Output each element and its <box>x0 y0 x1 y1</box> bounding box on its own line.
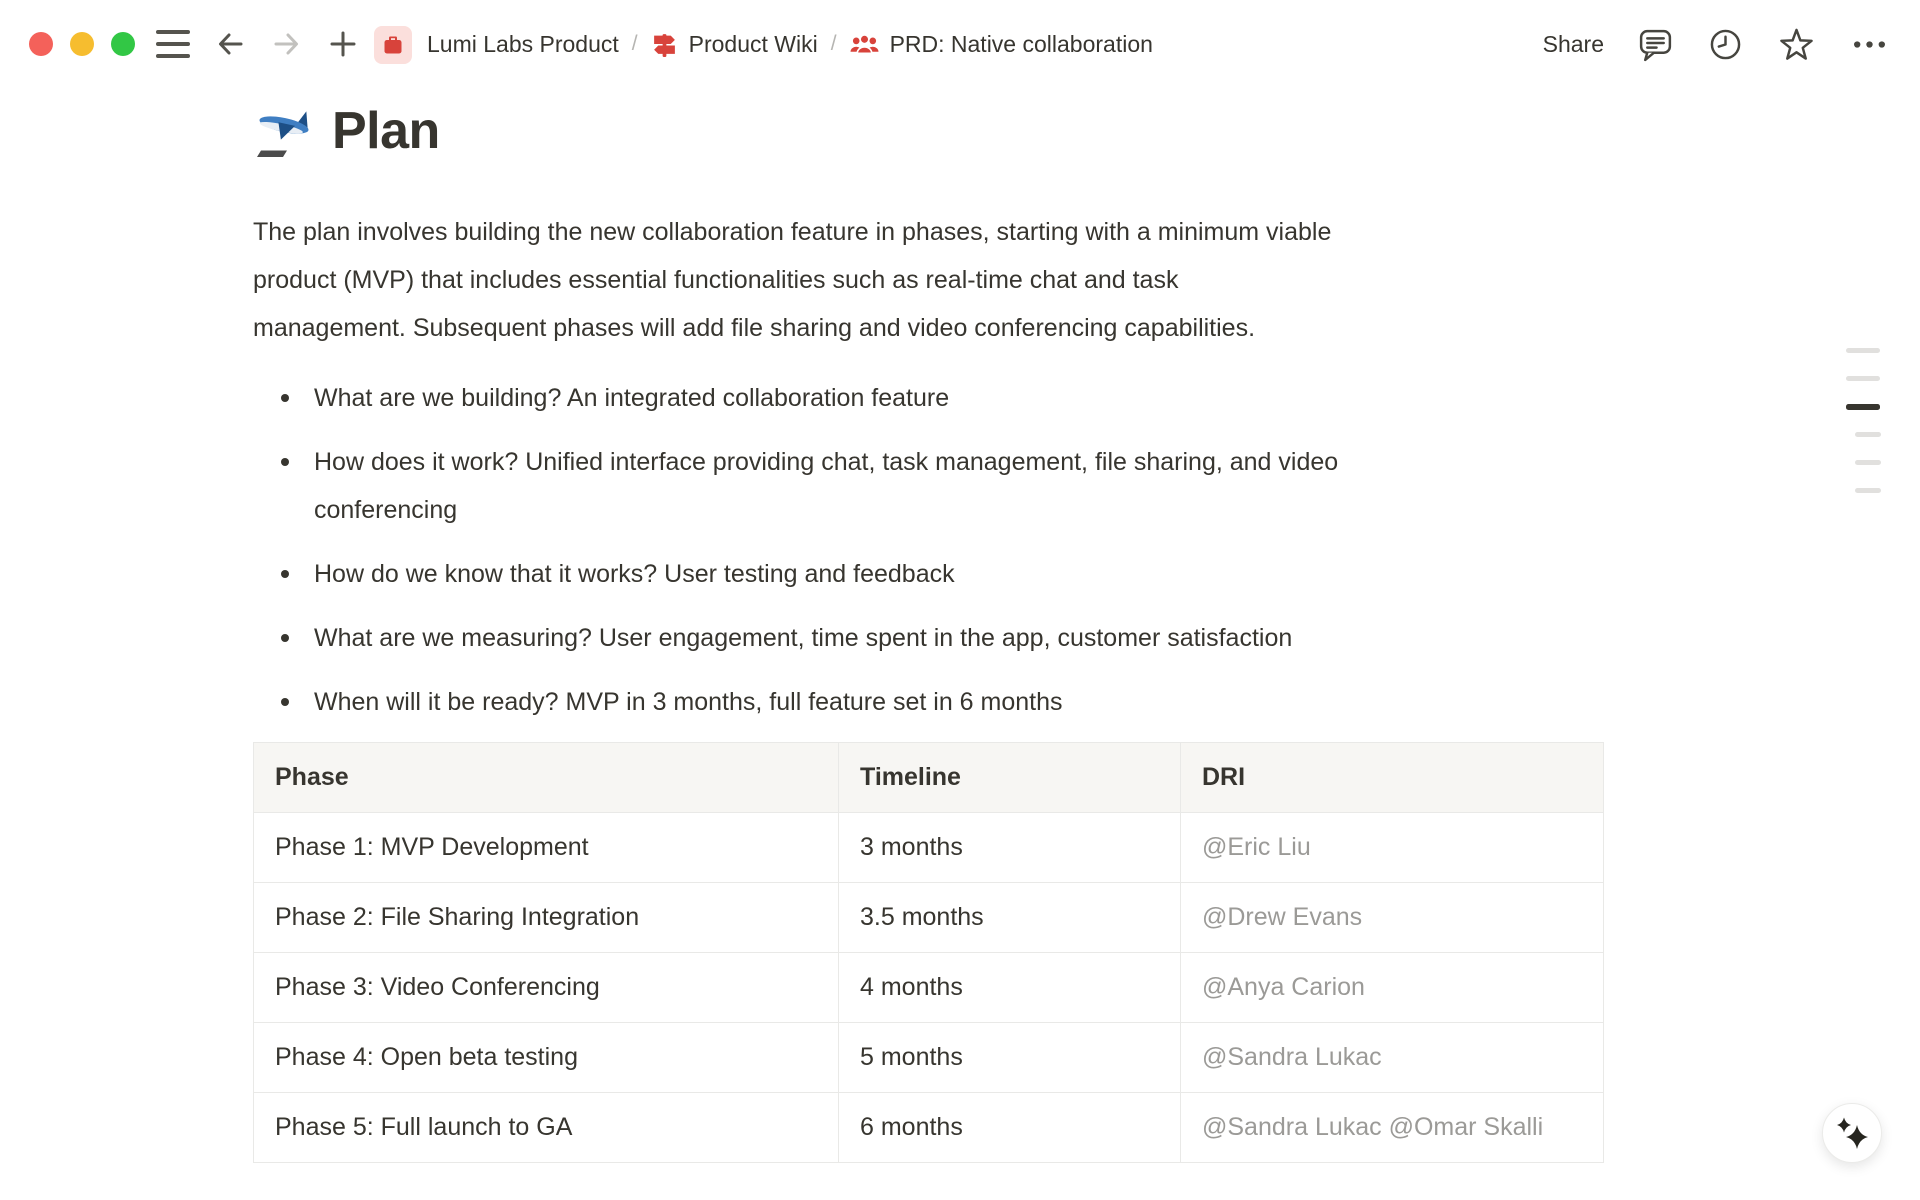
window-controls <box>29 32 135 56</box>
phase-cell[interactable]: Phase 1: MVP Development <box>254 813 839 883</box>
breadcrumb-separator: / <box>831 32 837 56</box>
bullet-item[interactable]: When will it be ready? MVP in 3 months, … <box>253 678 1701 726</box>
timeline-cell[interactable]: 4 months <box>839 953 1181 1023</box>
star-icon <box>1777 25 1816 64</box>
bullet-item[interactable]: What are we building? An integrated coll… <box>253 374 1701 422</box>
table-row: Phase 5: Full launch to GA 6 months @San… <box>254 1093 1604 1163</box>
timeline-cell[interactable]: 6 months <box>839 1093 1181 1163</box>
window-titlebar: Lumi Labs Product / Product Wiki / PRD: … <box>0 0 1920 88</box>
outline-line[interactable] <box>1855 460 1881 465</box>
minimize-window-button[interactable] <box>70 32 94 56</box>
timeline-cell[interactable]: 3 months <box>839 813 1181 883</box>
timeline-cell[interactable]: 5 months <box>839 1023 1181 1093</box>
breadcrumb-item-page[interactable]: PRD: Native collaboration <box>890 31 1153 58</box>
new-page-button[interactable] <box>327 28 359 60</box>
bullet-item[interactable]: How do we know that it works? User testi… <box>253 550 1701 598</box>
dri-cell[interactable]: @Drew Evans <box>1181 883 1604 953</box>
table-row: Phase 2: File Sharing Integration 3.5 mo… <box>254 883 1604 953</box>
table-header-row: Phase Timeline DRI <box>254 743 1604 813</box>
workspace-icon[interactable] <box>374 26 412 64</box>
dri-cell[interactable]: @Eric Liu <box>1181 813 1604 883</box>
page-content: Plan The plan involves building the new … <box>253 96 1701 1163</box>
signpost-icon <box>651 31 678 58</box>
bullet-list: What are we building? An integrated coll… <box>253 374 1701 726</box>
briefcase-icon <box>382 34 404 56</box>
updates-button[interactable] <box>1707 26 1744 63</box>
titlebar-actions: Share <box>1543 0 1890 88</box>
close-window-button[interactable] <box>29 32 53 56</box>
intro-paragraph[interactable]: The plan involves building the new colla… <box>253 208 1701 352</box>
outline-line[interactable] <box>1846 348 1880 353</box>
bullet-item[interactable]: What are we measuring? User engagement, … <box>253 614 1701 662</box>
sparkles-icon <box>1834 1115 1870 1151</box>
phase-cell[interactable]: Phase 2: File Sharing Integration <box>254 883 839 953</box>
forward-button[interactable] <box>271 28 303 60</box>
ellipsis-icon <box>1849 24 1890 65</box>
breadcrumb: Lumi Labs Product / Product Wiki / PRD: … <box>427 0 1153 88</box>
zoom-window-button[interactable] <box>111 32 135 56</box>
outline-indicator <box>1846 348 1881 516</box>
back-button[interactable] <box>214 28 246 60</box>
dri-cell[interactable]: @Sandra Lukac @Omar Skalli <box>1181 1093 1604 1163</box>
outline-line[interactable] <box>1846 376 1880 381</box>
page-title[interactable]: Plan <box>332 101 440 161</box>
sidebar-toggle-button[interactable] <box>156 29 190 59</box>
dri-cell[interactable]: @Anya Carion <box>1181 953 1604 1023</box>
column-header-timeline[interactable]: Timeline <box>839 743 1181 813</box>
airplane-departure-icon[interactable] <box>253 100 315 162</box>
table-row: Phase 3: Video Conferencing 4 months @An… <box>254 953 1604 1023</box>
outline-line-active[interactable] <box>1846 404 1880 410</box>
table-row: Phase 1: MVP Development 3 months @Eric … <box>254 813 1604 883</box>
comment-bubble-icon <box>1637 26 1674 63</box>
outline-line[interactable] <box>1855 432 1881 437</box>
column-header-phase[interactable]: Phase <box>254 743 839 813</box>
phase-cell[interactable]: Phase 4: Open beta testing <box>254 1023 839 1093</box>
column-header-dri[interactable]: DRI <box>1181 743 1604 813</box>
phases-table: Phase Timeline DRI Phase 1: MVP Developm… <box>253 742 1604 1163</box>
breadcrumb-item-workspace[interactable]: Lumi Labs Product <box>427 31 619 58</box>
bullet-item[interactable]: How does it work? Unified interface prov… <box>253 438 1701 534</box>
breadcrumb-item-wiki[interactable]: Product Wiki <box>689 31 818 58</box>
page-title-row: Plan <box>253 96 1701 166</box>
dri-cell[interactable]: @Sandra Lukac <box>1181 1023 1604 1093</box>
comments-button[interactable] <box>1637 26 1674 63</box>
more-options-button[interactable] <box>1849 24 1890 65</box>
breadcrumb-separator: / <box>632 32 638 56</box>
share-button[interactable]: Share <box>1543 31 1604 58</box>
phase-cell[interactable]: Phase 3: Video Conferencing <box>254 953 839 1023</box>
back-arrow-icon <box>214 28 246 60</box>
outline-line[interactable] <box>1855 488 1881 493</box>
phase-cell[interactable]: Phase 5: Full launch to GA <box>254 1093 839 1163</box>
ai-assistant-button[interactable] <box>1822 1103 1882 1163</box>
table-row: Phase 4: Open beta testing 5 months @San… <box>254 1023 1604 1093</box>
favorite-button[interactable] <box>1777 25 1816 64</box>
clock-icon <box>1707 26 1744 63</box>
forward-arrow-icon <box>271 28 303 60</box>
people-icon <box>850 31 879 58</box>
plus-icon <box>327 28 359 60</box>
timeline-cell[interactable]: 3.5 months <box>839 883 1181 953</box>
